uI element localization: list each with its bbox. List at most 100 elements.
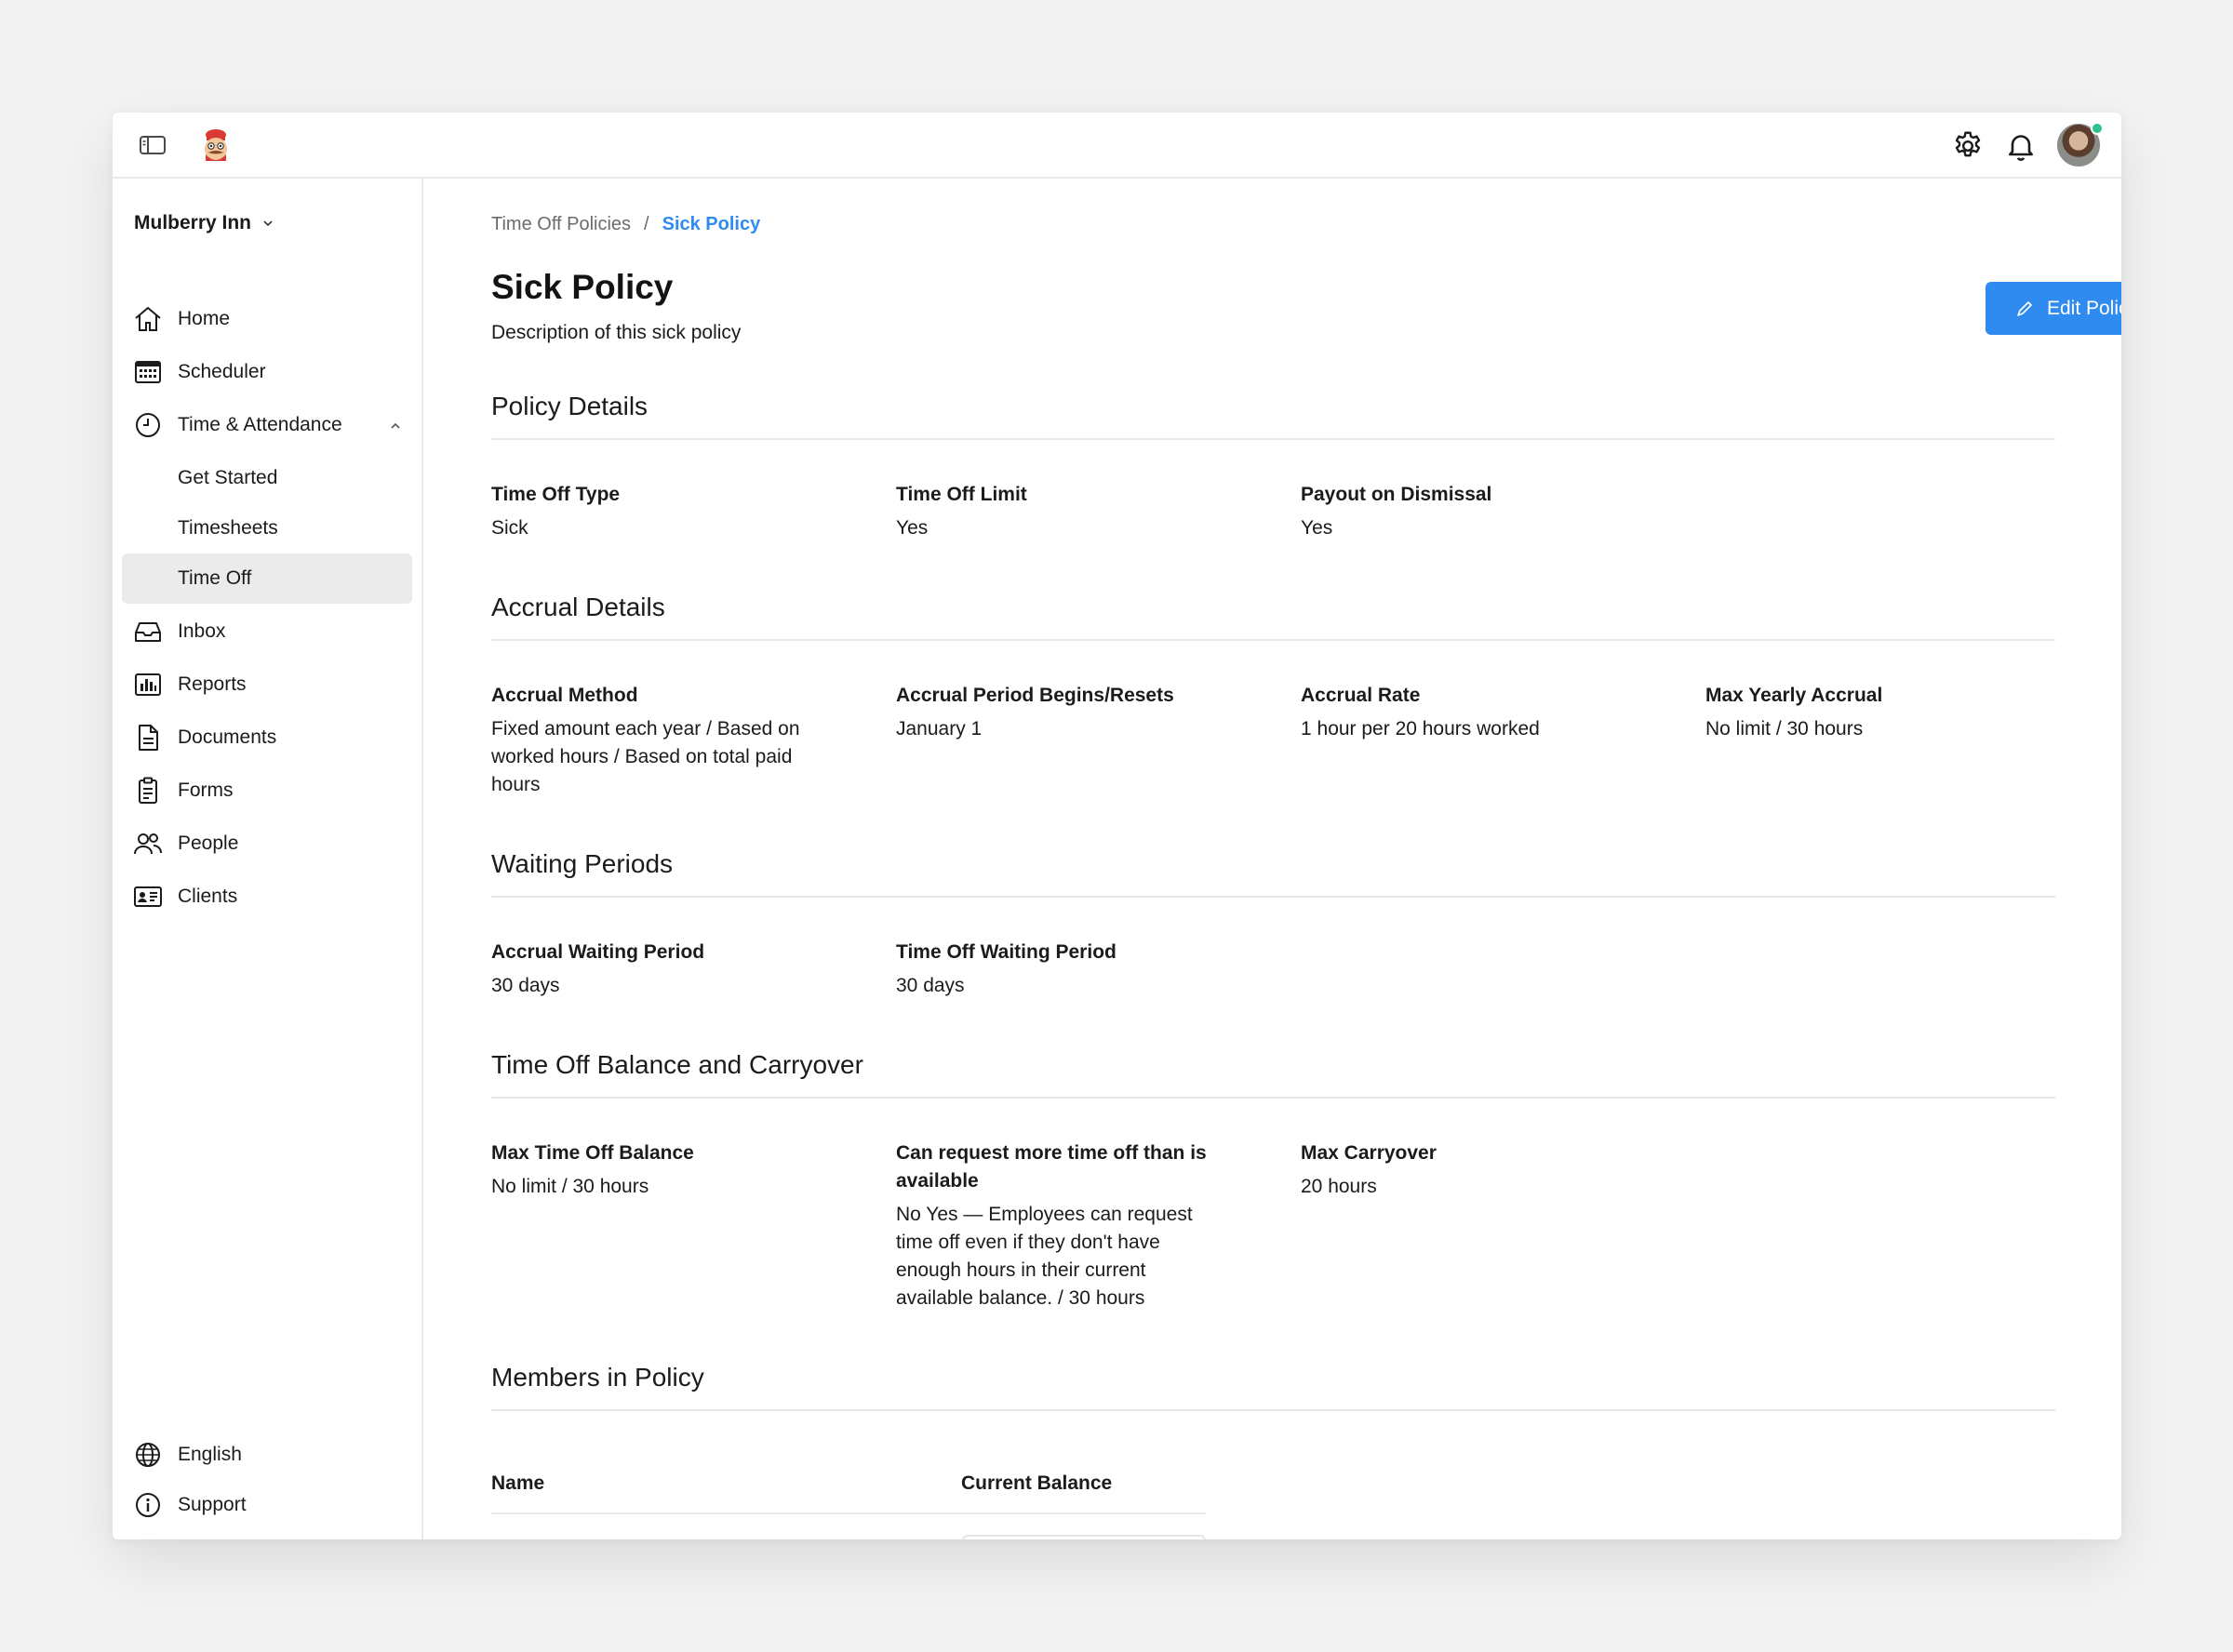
- sidebar-item-label: People: [178, 833, 239, 854]
- field-value: January 1: [896, 718, 983, 739]
- sidebar-item-time-attendance[interactable]: Time & Attendance: [122, 400, 412, 450]
- column-header-name[interactable]: Name: [491, 1472, 544, 1495]
- info-icon: [136, 1493, 160, 1517]
- breadcrumb-parent-link[interactable]: Time Off Policies: [491, 214, 631, 235]
- sidebar-item-label: Support: [178, 1494, 247, 1515]
- section-divider: [491, 896, 2055, 898]
- sidebar-item-label: Timesheets: [178, 517, 278, 539]
- sidebar-item-forms[interactable]: Forms: [122, 766, 412, 816]
- bar-chart-icon: [135, 673, 161, 696]
- main-content: Time Off Policies / Sick Policy Sick Pol…: [425, 179, 2121, 1539]
- sidebar-item-label: Reports: [178, 673, 247, 695]
- field-label: Accrual Waiting Period: [491, 941, 705, 963]
- clipboard-icon: [139, 777, 157, 804]
- sidebar-item-get-started[interactable]: Get Started: [122, 453, 412, 503]
- section-divider: [491, 1097, 2055, 1099]
- sidebar-item-inbox[interactable]: Inbox: [122, 606, 412, 657]
- field-value: Sick: [491, 517, 528, 539]
- sidebar-item-clients[interactable]: Clients: [122, 872, 412, 922]
- breadcrumb-current[interactable]: Sick Policy: [662, 214, 761, 235]
- sidebar: Mulberry Inn Home Scheduler Time & Atten…: [113, 179, 423, 1539]
- sidebar-item-timesheets[interactable]: Timesheets: [122, 503, 412, 553]
- pencil-icon: [2017, 300, 2032, 316]
- field-time-off-type: Time Off Type Sick: [491, 481, 826, 542]
- column-header-current-balance[interactable]: Current Balance: [961, 1472, 1112, 1495]
- user-avatar[interactable]: [2055, 122, 2104, 168]
- sidebar-item-reports[interactable]: Reports: [122, 659, 412, 710]
- chevron-up-icon: [391, 422, 400, 429]
- field-value: No limit / 30 hours: [491, 1176, 649, 1197]
- field-payout-on-dismissal: Payout on Dismissal Yes: [1301, 481, 1636, 542]
- online-status-dot: [2091, 122, 2104, 135]
- field-label: Accrual Rate: [1301, 685, 1421, 706]
- top-bar: [113, 113, 2121, 179]
- field-accrual-period: Accrual Period Begins/Resets January 1: [896, 682, 1231, 743]
- page-title: Sick Policy: [491, 268, 674, 306]
- field-value: 1 hour per 20 hours worked: [1301, 718, 1540, 739]
- sidebar-item-label: Get Started: [178, 467, 278, 488]
- field-max-time-off-balance: Max Time Off Balance No limit / 30 hours: [491, 1139, 826, 1201]
- gear-icon[interactable]: [1951, 129, 1985, 163]
- sidebar-item-label: Home: [178, 308, 231, 329]
- field-value: 20 hours: [1301, 1176, 1377, 1197]
- field-value: 30 days: [491, 975, 560, 996]
- field-label: Time Off Type: [491, 484, 621, 505]
- document-icon: [139, 725, 158, 751]
- section-divider: [491, 639, 2055, 641]
- sidebar-item-scheduler[interactable]: Scheduler: [122, 347, 412, 397]
- field-value: Yes: [1301, 517, 1333, 539]
- field-accrual-method: Accrual Method Fixed amount each year / …: [491, 682, 826, 799]
- sidebar-item-label: Time & Attendance: [178, 414, 342, 435]
- home-icon: [135, 306, 161, 331]
- sidebar-item-label: English: [178, 1444, 242, 1465]
- sidebar-item-time-off[interactable]: Time Off: [122, 553, 412, 604]
- field-label: Max Time Off Balance: [491, 1142, 694, 1164]
- sidebar-item-people[interactable]: People: [122, 819, 412, 869]
- clock-icon: [136, 413, 160, 437]
- edit-policy-label: Edit Policy: [2046, 297, 2121, 319]
- field-label: Max Carryover: [1301, 1142, 1437, 1164]
- globe-icon: [136, 1443, 160, 1467]
- chef-mascot-logo[interactable]: [197, 127, 234, 164]
- field-label: Max Yearly Accrual: [1705, 685, 1883, 706]
- bell-icon[interactable]: [2004, 129, 2038, 163]
- sidebar-item-label: Inbox: [178, 620, 226, 642]
- field-label: Time Off Waiting Period: [896, 941, 1116, 963]
- field-max-yearly-accrual: Max Yearly Accrual No limit / 30 hours: [1705, 682, 2040, 743]
- field-label: Accrual Method: [491, 685, 638, 706]
- field-accrual-rate: Accrual Rate 1 hour per 20 hours worked: [1301, 682, 1636, 743]
- sidebar-item-label: Scheduler: [178, 361, 266, 382]
- sidebar-item-home[interactable]: Home: [122, 294, 412, 344]
- field-value: Fixed amount each year / Based on worked…: [491, 718, 800, 795]
- field-time-off-waiting-period: Time Off Waiting Period 30 days: [896, 939, 1231, 1000]
- calendar-icon: [135, 361, 161, 383]
- inbox-icon: [135, 622, 161, 642]
- section-title-policy-details: Policy Details: [491, 392, 649, 420]
- field-request-more-than-available: Can request more time off than is availa…: [896, 1139, 1217, 1312]
- sidebar-item-label: Time Off: [178, 567, 252, 589]
- field-accrual-waiting-period: Accrual Waiting Period 30 days: [491, 939, 826, 1000]
- edit-policy-button[interactable]: Edit Policy: [1986, 282, 2121, 335]
- workspace-switcher[interactable]: Mulberry Inn: [134, 212, 275, 234]
- table-header-divider: [491, 1512, 1206, 1514]
- section-divider: [491, 1409, 2055, 1411]
- field-value: No limit / 30 hours: [1705, 718, 1864, 739]
- breadcrumb-separator: /: [644, 214, 649, 234]
- section-title-waiting-periods: Waiting Periods: [491, 849, 674, 878]
- field-label: Time Off Limit: [896, 484, 1027, 505]
- section-title-members: Members in Policy: [491, 1363, 704, 1392]
- field-label: Accrual Period Begins/Resets: [896, 685, 1174, 706]
- section-title-accrual-details: Accrual Details: [491, 593, 665, 621]
- app-window: Mulberry Inn Home Scheduler Time & Atten…: [113, 113, 2121, 1539]
- sidebar-item-documents[interactable]: Documents: [122, 713, 412, 763]
- sidebar-item-label: Forms: [178, 779, 234, 801]
- people-icon: [134, 833, 162, 855]
- field-value: Yes: [896, 517, 929, 539]
- field-value: No Yes — Employees can request time off …: [896, 1204, 1193, 1309]
- sidebar-toggle-icon[interactable]: [139, 134, 167, 156]
- sidebar-item-english[interactable]: English: [122, 1430, 412, 1480]
- field-label: Payout on Dismissal: [1301, 484, 1492, 505]
- balance-input[interactable]: [962, 1535, 1206, 1539]
- field-value: 30 days: [896, 975, 965, 996]
- sidebar-item-support[interactable]: Support: [122, 1480, 412, 1530]
